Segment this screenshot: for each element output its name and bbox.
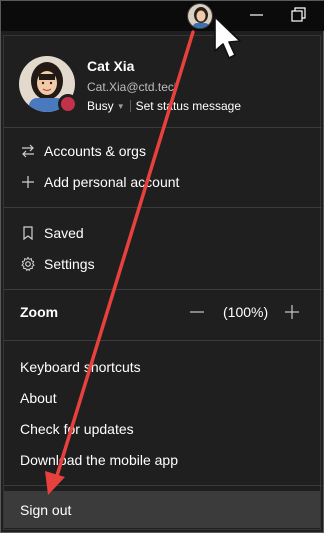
restore-icon[interactable] [289, 5, 309, 25]
title-bar [1, 1, 324, 31]
plus-icon [20, 174, 36, 190]
bookmark-icon [20, 225, 36, 241]
divider [4, 207, 322, 208]
zoom-label: Zoom [20, 304, 59, 320]
profile-card: Cat Xia Cat.Xia@ctd.tech Busy ▼ Set stat… [4, 36, 322, 124]
menu-item-about[interactable]: About [4, 382, 320, 413]
menu-item-saved[interactable]: Saved [4, 217, 320, 248]
divider [4, 289, 322, 290]
status-line: Busy ▼ Set status message [87, 97, 241, 115]
zoom-out-icon[interactable] [188, 302, 206, 322]
app-window: Cat Xia Cat.Xia@ctd.tech Busy ▼ Set stat… [0, 0, 324, 533]
zoom-level: (100%) [223, 304, 269, 320]
menu-item-label: Accounts & orgs [44, 142, 146, 159]
menu-item-accounts-orgs[interactable]: Accounts & orgs [4, 135, 320, 166]
set-status-message-link[interactable]: Set status message [136, 99, 241, 113]
menu-item-settings[interactable]: Settings [4, 248, 320, 279]
avatar-photo-icon [188, 4, 212, 28]
profile-menu: Cat Xia Cat.Xia@ctd.tech Busy ▼ Set stat… [3, 35, 322, 530]
zoom-in-icon[interactable] [283, 302, 301, 322]
sign-out-label: Sign out [20, 501, 72, 518]
switch-arrows-icon [20, 143, 36, 159]
presence-busy-icon [58, 94, 78, 114]
menu-item-add-personal-account[interactable]: Add personal account [4, 166, 320, 197]
profile-name: Cat Xia [87, 58, 135, 74]
menu-item-label: Settings [44, 255, 95, 272]
menu-item-check-for-updates[interactable]: Check for updates [4, 413, 320, 444]
divider [4, 340, 322, 341]
menu-item-download-mobile-app[interactable]: Download the mobile app [4, 444, 320, 475]
menu-item-label: Download the mobile app [20, 451, 178, 468]
divider [4, 127, 322, 128]
menu-item-label: Saved [44, 224, 84, 241]
sign-out-button[interactable]: Sign out [4, 491, 320, 528]
menu-item-label: Keyboard shortcuts [20, 358, 141, 375]
minimize-icon[interactable] [247, 5, 267, 25]
divider [4, 485, 322, 486]
menu-item-label: About [20, 389, 57, 406]
gear-icon [20, 256, 36, 272]
menu-item-keyboard-shortcuts[interactable]: Keyboard shortcuts [4, 351, 320, 382]
menu-item-label: Add personal account [44, 173, 180, 190]
chevron-down-icon: ▼ [116, 101, 125, 111]
status-separator [129, 100, 131, 112]
profile-email: Cat.Xia@ctd.tech [87, 80, 175, 94]
menu-item-label: Check for updates [20, 420, 134, 437]
status-dropdown[interactable]: Busy [87, 99, 114, 113]
title-bar-avatar[interactable] [187, 3, 213, 29]
